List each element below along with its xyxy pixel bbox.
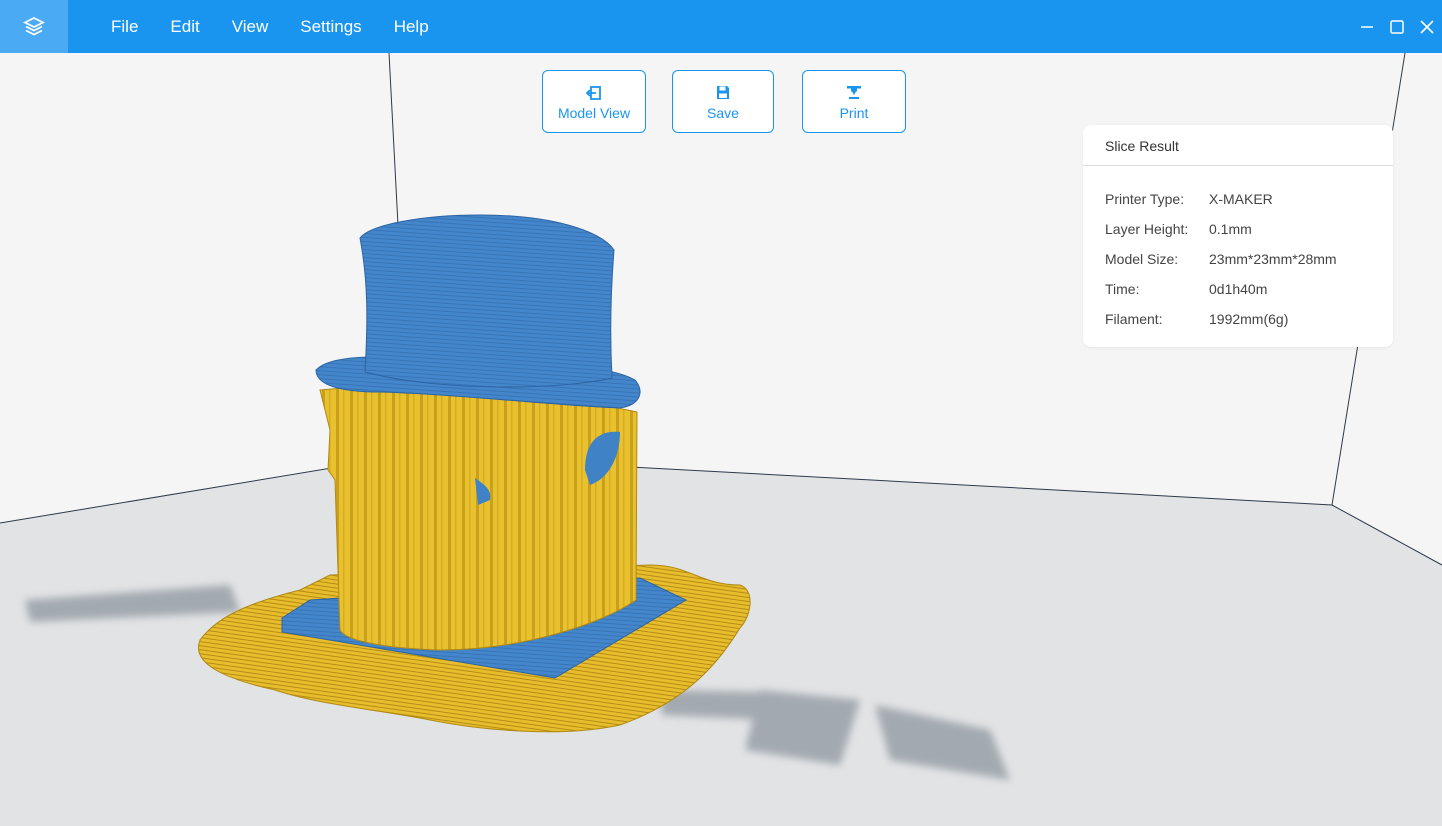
info-row-layer-height: Layer Height: 0.1mm bbox=[1083, 214, 1393, 244]
info-row-time: Time: 0d1h40m bbox=[1083, 274, 1393, 304]
menu-view[interactable]: View bbox=[232, 17, 269, 37]
info-label: Time: bbox=[1105, 281, 1140, 297]
app-logo[interactable] bbox=[0, 0, 68, 53]
model-view-label: Model View bbox=[557, 104, 631, 121]
floppy-disk-icon bbox=[717, 86, 729, 99]
info-value: 0.1mm bbox=[1209, 221, 1252, 237]
info-row-printer-type: Printer Type: X-MAKER bbox=[1083, 184, 1393, 214]
exit-to-model-icon bbox=[586, 85, 601, 100]
save-button[interactable]: Save bbox=[672, 70, 774, 133]
close-button[interactable] bbox=[1412, 12, 1442, 42]
print-button[interactable]: Print bbox=[802, 70, 906, 133]
maximize-icon bbox=[1390, 19, 1404, 34]
info-label: Filament: bbox=[1105, 311, 1163, 327]
model-hat-top bbox=[359, 214, 615, 388]
menu-edit[interactable]: Edit bbox=[170, 17, 199, 37]
printer-nozzle-icon bbox=[847, 85, 861, 99]
save-label: Save bbox=[707, 104, 739, 121]
window-controls bbox=[1352, 0, 1442, 53]
print-label: Print bbox=[839, 104, 869, 121]
info-label: Model Size: bbox=[1105, 251, 1179, 267]
slice-result-panel: Slice Result Printer Type: X-MAKER Layer… bbox=[1083, 125, 1393, 347]
menu-bar: File Edit View Settings Help bbox=[95, 0, 445, 53]
menu-help[interactable]: Help bbox=[394, 17, 429, 37]
info-value: X-MAKER bbox=[1209, 191, 1273, 207]
title-bar: File Edit View Settings Help bbox=[0, 0, 1442, 53]
close-icon bbox=[1420, 19, 1434, 34]
info-row-filament: Filament: 1992mm(6g) bbox=[1083, 304, 1393, 334]
info-value: 1992mm(6g) bbox=[1209, 311, 1289, 327]
stacked-layers-icon bbox=[23, 16, 45, 36]
menu-settings[interactable]: Settings bbox=[300, 17, 361, 37]
info-label: Layer Height: bbox=[1105, 221, 1189, 237]
info-value: 0d1h40m bbox=[1209, 281, 1268, 297]
info-label: Printer Type: bbox=[1105, 191, 1185, 207]
info-row-model-size: Model Size: 23mm*23mm*28mm bbox=[1083, 244, 1393, 274]
model-body bbox=[319, 386, 638, 651]
menu-file[interactable]: File bbox=[111, 17, 138, 37]
minimize-icon bbox=[1361, 25, 1373, 28]
info-value: 23mm*23mm*28mm bbox=[1209, 251, 1337, 267]
model-view-button[interactable]: Model View bbox=[542, 70, 646, 133]
maximize-button[interactable] bbox=[1382, 12, 1412, 42]
minimize-button[interactable] bbox=[1352, 12, 1382, 42]
slice-result-title: Slice Result bbox=[1083, 125, 1393, 166]
